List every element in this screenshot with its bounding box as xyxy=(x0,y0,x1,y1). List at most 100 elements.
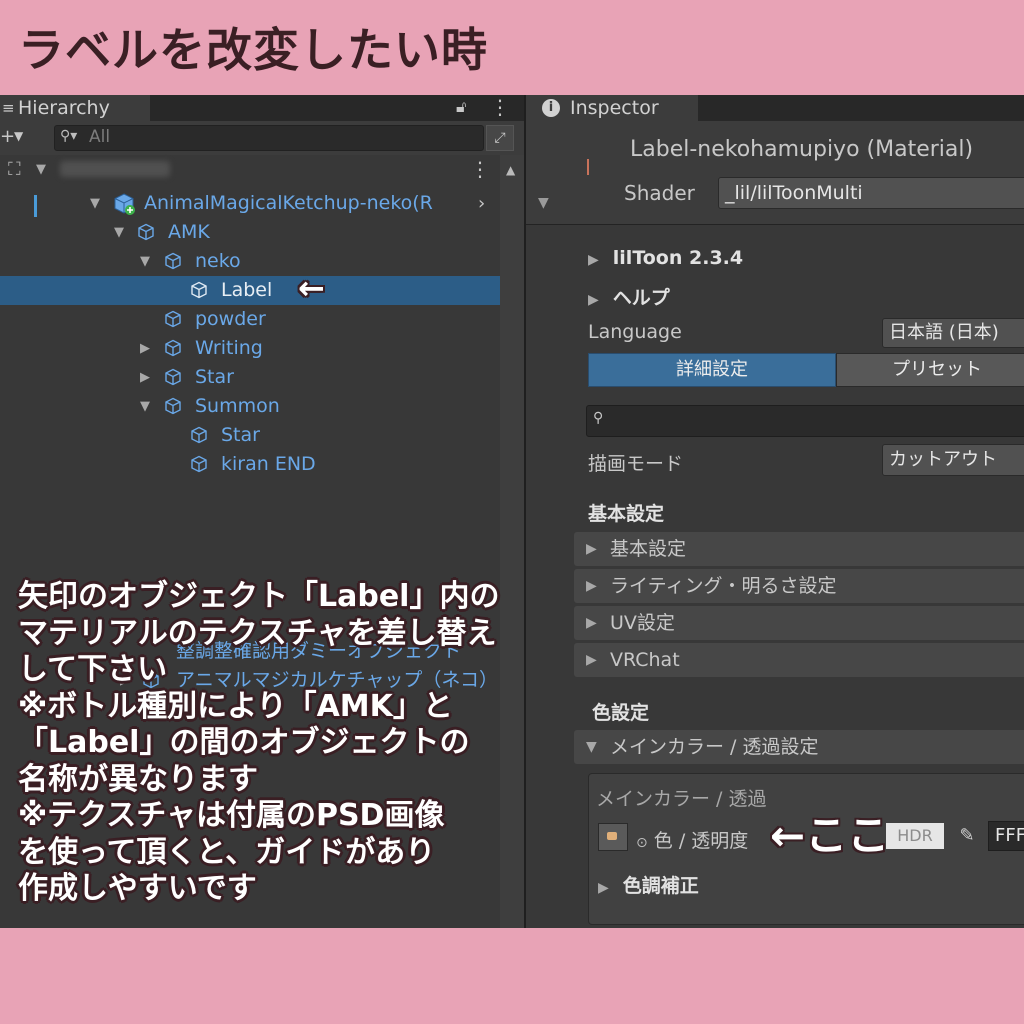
scene-name-blurred xyxy=(60,161,170,177)
chevron-down-icon[interactable]: ▼ xyxy=(90,189,100,218)
inspector-tabbar: i Inspector xyxy=(526,95,1024,121)
material-header: Label-nekohamupiyo (Material) Shader _li… xyxy=(526,121,1024,225)
tree-row[interactable]: ▼ AnimalMagicalKetchup-neko(R › xyxy=(0,189,500,218)
chevron-right-icon: ▶ xyxy=(586,541,597,557)
tree-row[interactable]: ▼ Summon xyxy=(0,392,500,421)
caption-line: ※テクスチャは付属のPSD画像 xyxy=(18,798,445,833)
tab-preset[interactable]: プリセット xyxy=(836,353,1024,387)
tree-row-selected[interactable]: Label ← xyxy=(0,272,500,305)
chevron-right-icon[interactable]: ▶ xyxy=(140,363,150,392)
caption-line: ※ボトル種別により「AMK」と xyxy=(18,688,453,724)
gameobject-icon xyxy=(165,368,181,386)
label-arrow-annotation: ← xyxy=(298,269,325,307)
tab-hierarchy[interactable]: ≡ Hierarchy xyxy=(0,95,150,121)
fold-main-color[interactable]: ▼ メインカラー / 透過設定 xyxy=(574,730,1024,764)
inspector-search-input[interactable]: ⚲ xyxy=(586,405,1024,437)
chevron-down-icon[interactable]: ▼ xyxy=(538,195,549,211)
tree-row[interactable]: kiran END xyxy=(0,450,500,479)
search-placeholder: All xyxy=(89,127,111,147)
tree-row-label: powder xyxy=(195,308,266,330)
scroll-up-icon[interactable]: ▲ xyxy=(506,163,515,177)
banner-title: ラベルを改変したい時 xyxy=(18,23,488,77)
language-label: Language xyxy=(588,321,682,343)
basic-section-heading: 基本設定 xyxy=(588,503,665,525)
chevron-right-icon: ▶ xyxy=(588,292,599,308)
gameobject-icon xyxy=(191,281,207,299)
chevron-right-icon[interactable]: › xyxy=(478,189,485,218)
tree-row-label: AMK xyxy=(168,221,210,243)
gameobject-icon xyxy=(138,223,154,241)
tab-hierarchy-label: Hierarchy xyxy=(18,97,110,119)
hdr-color-field[interactable]: HDR xyxy=(886,823,944,849)
caption-line: 作成しやすいです xyxy=(18,871,257,906)
fold-lighting[interactable]: ▶ ライティング・明るさ設定 xyxy=(574,569,1024,603)
search-icon: ⚲ xyxy=(593,410,604,426)
tree-row[interactable]: Star xyxy=(0,421,500,450)
tree-row-label: neko xyxy=(195,250,241,272)
lock-icon[interactable]: 🔓︎ xyxy=(456,97,466,117)
gameobject-icon xyxy=(165,310,181,328)
tree-row-label: Writing xyxy=(195,337,263,359)
hierarchy-toolbar: + ▼ ⚲▾ All ⤢ xyxy=(0,121,524,155)
eyedropper-icon[interactable]: ✎ xyxy=(954,823,980,849)
plus-icon[interactable]: + xyxy=(0,126,15,147)
render-mode-dropdown[interactable]: カットアウト xyxy=(882,444,1024,476)
fold-label: 基本設定 xyxy=(610,538,687,560)
kebab-menu-icon[interactable]: ⋮ xyxy=(490,95,510,119)
fold-label: ライティング・明るさ設定 xyxy=(610,575,837,597)
tab-inspector[interactable]: i Inspector xyxy=(526,95,698,121)
scene-icon: ⛶ xyxy=(8,159,21,180)
liltoon-version-label: lilToon 2.3.4 xyxy=(612,247,744,269)
chevron-right-icon[interactable]: ▶ xyxy=(140,334,150,363)
top-banner: ラベルを改変したい時 xyxy=(0,0,1024,95)
tree-row-label: Star xyxy=(195,366,234,388)
caption-line: 「Label」の間のオブジェクトの xyxy=(18,725,470,760)
chevron-down-icon[interactable]: ▼ xyxy=(140,247,150,276)
help-label: ヘルプ xyxy=(612,287,670,309)
chevron-right-icon: ▶ xyxy=(588,252,599,268)
tree-row[interactable]: ▶ Writing xyxy=(0,334,500,363)
prefab-icon xyxy=(114,193,135,215)
chevron-down-icon[interactable]: ▼ xyxy=(140,392,150,421)
caption-line: を使って頂くと、ガイドがあり xyxy=(18,834,436,870)
tree-row[interactable]: ▼ AMK xyxy=(0,218,500,247)
tree-row-label: Label xyxy=(221,279,273,301)
shader-label: Shader xyxy=(624,181,695,205)
fold-vrchat[interactable]: ▶ VRChat xyxy=(574,643,1024,677)
chevron-down-icon[interactable]: ▼ xyxy=(36,155,46,184)
liltoon-version-fold[interactable]: ▶ lilToon 2.3.4 xyxy=(588,247,743,269)
fold-uv[interactable]: ▶ UV設定 xyxy=(574,606,1024,640)
tab-advanced-settings[interactable]: 詳細設定 xyxy=(588,353,836,387)
fold-label: メインカラー / 透過設定 xyxy=(610,736,819,758)
material-title: Label-nekohamupiyo (Material) xyxy=(630,137,974,162)
chevron-down-icon[interactable]: ▼ xyxy=(14,129,23,143)
gameobject-icon xyxy=(165,252,181,270)
hierarchy-search-input[interactable]: ⚲▾ All xyxy=(54,125,484,151)
gameobject-icon xyxy=(165,397,181,415)
prefab-override-marker xyxy=(34,195,37,217)
tree-row[interactable]: powder xyxy=(0,305,500,334)
help-fold[interactable]: ▶ ヘルプ xyxy=(588,283,670,310)
chevron-down-icon[interactable]: ▼ xyxy=(114,218,124,247)
language-dropdown[interactable]: 日本語 (日本) xyxy=(882,318,1024,348)
info-icon: i xyxy=(542,99,560,117)
caption-line: して下さい xyxy=(18,652,168,687)
scene-visibility-button[interactable]: ⤢ xyxy=(486,125,514,151)
material-preview-icon xyxy=(587,159,589,175)
caption-line: 名称が異なります xyxy=(18,761,258,797)
render-mode-label: 描画モード xyxy=(588,453,684,475)
kebab-menu-icon[interactable]: ⋮ xyxy=(470,155,490,184)
bottom-banner xyxy=(0,928,1024,1024)
tab-inspector-label: Inspector xyxy=(570,97,659,119)
fold-basic[interactable]: ▶ 基本設定 xyxy=(574,532,1024,566)
tree-row-label: Summon xyxy=(195,395,280,417)
tree-row[interactable]: ▼ neko xyxy=(0,247,500,276)
shader-dropdown[interactable]: _lil/lilToonMulti xyxy=(718,177,1024,209)
hex-input[interactable]: FFF xyxy=(988,821,1024,851)
tree-row-label: AnimalMagicalKetchup-neko(R xyxy=(144,192,433,214)
caption-line: 矢印のオブジェクト「Label」内の xyxy=(18,579,500,614)
tree-row[interactable]: ▶ Star xyxy=(0,363,500,392)
here-arrow-annotation: ←ここ xyxy=(770,811,890,860)
scene-row[interactable]: ⛶ ▼ ⋮ xyxy=(0,155,500,184)
tree-row-label: Star xyxy=(221,424,260,446)
